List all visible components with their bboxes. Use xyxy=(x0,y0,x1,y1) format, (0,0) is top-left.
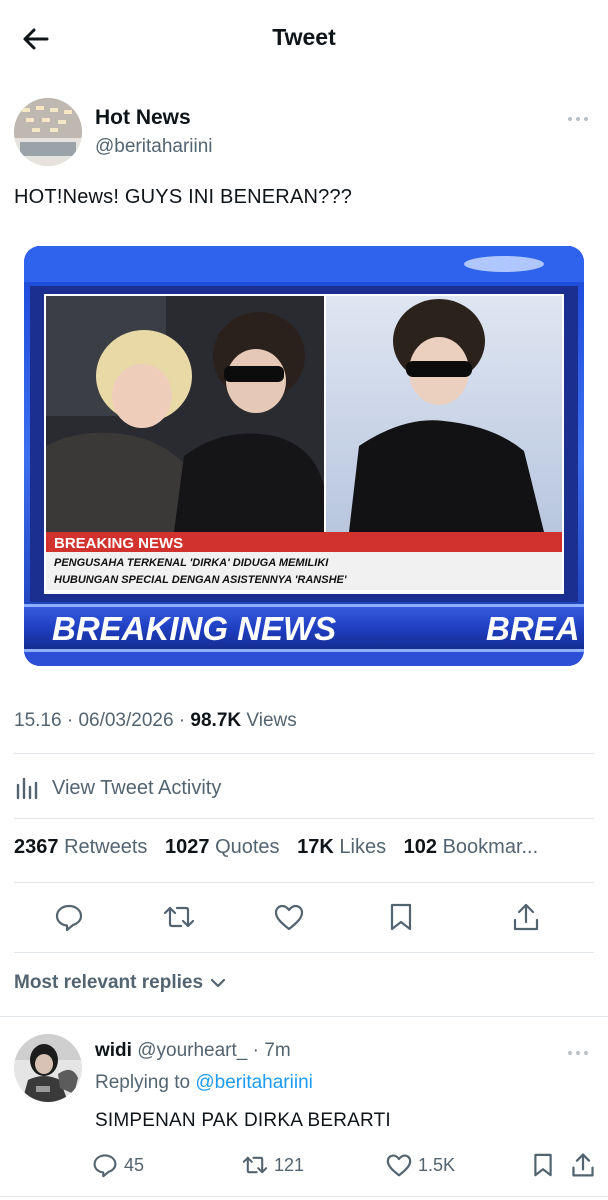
page-title: Tweet xyxy=(272,24,336,50)
like-button[interactable] xyxy=(272,900,306,934)
reply-author-line: widi @yourheart_ · 7m xyxy=(95,1040,291,1061)
reply-icon xyxy=(93,1154,117,1178)
divider xyxy=(0,1196,608,1197)
heart-icon xyxy=(386,1154,412,1177)
tweet-media[interactable]: BREAKING NEWS PENGUSAHA TERKENAL 'DIRKA'… xyxy=(24,246,584,666)
tweet-stats: 2367 Retweets 1027 Quotes 17K Likes 102 … xyxy=(14,836,604,859)
divider xyxy=(14,952,594,953)
view-activity-link[interactable]: View Tweet Activity xyxy=(14,768,221,808)
retweet-icon xyxy=(242,1156,268,1174)
bookmark-button[interactable] xyxy=(384,900,418,934)
views-count: 98.7K xyxy=(190,710,242,731)
author-handle[interactable]: @beritahariini xyxy=(95,136,213,158)
reply-button[interactable] xyxy=(52,900,86,934)
reply-text: SIMPENAN PAK DIRKA BERARTI xyxy=(95,1110,391,1131)
more-icon[interactable] xyxy=(568,112,594,126)
heart-icon xyxy=(274,904,304,931)
divider xyxy=(14,882,594,883)
replies-sort-dropdown[interactable]: Most relevant replies xyxy=(14,972,227,994)
retweets-stat[interactable]: 2367 Retweets xyxy=(14,836,147,858)
reply-reply-button[interactable]: 45 xyxy=(92,1150,144,1180)
avatar[interactable] xyxy=(14,98,82,166)
retweet-button[interactable] xyxy=(162,900,196,934)
bookmarks-count: 102 xyxy=(403,836,438,858)
reply-like-count: 1.5K xyxy=(418,1154,456,1175)
bookmarks-label: Bookmar... xyxy=(442,836,539,858)
quotes-count: 1027 xyxy=(165,836,210,858)
banner-text-repeat: BREA xyxy=(486,610,580,647)
retweets-label: Retweets xyxy=(64,836,148,858)
replies-sort-label: Most relevant replies xyxy=(14,972,204,993)
share-icon xyxy=(513,903,539,931)
reply-icon xyxy=(55,904,83,932)
bookmark-icon xyxy=(390,903,412,931)
ticker-line-1: PENGUSAHA TERKENAL 'DIRKA' DIDUGA MEMILI… xyxy=(54,557,329,569)
replying-to-handle[interactable]: @beritahariini xyxy=(195,1072,313,1093)
reply-item[interactable]: widi @yourheart_ · 7m Replying to @berit… xyxy=(14,1032,594,1192)
tweet-text: HOT!News! GUYS INI BENERAN??? xyxy=(14,186,353,208)
retweets-count: 2367 xyxy=(14,836,59,858)
activity-label: View Tweet Activity xyxy=(52,776,222,799)
retweet-icon xyxy=(163,906,195,928)
reply-author-name[interactable]: widi xyxy=(95,1040,132,1061)
share-icon xyxy=(572,1153,594,1177)
likes-label: Likes xyxy=(339,836,387,858)
more-icon[interactable] xyxy=(568,1046,594,1060)
bookmarks-stat[interactable]: 102 Bookmar... xyxy=(404,836,539,858)
divider xyxy=(14,753,594,754)
tweet-time: 15.16 xyxy=(14,710,62,731)
likes-stat[interactable]: 17K Likes xyxy=(297,836,386,858)
tweet-meta: 15.16 · 06/03/2026 · 98.7K Views xyxy=(14,710,297,731)
reply-avatar[interactable] xyxy=(14,1034,82,1102)
reply-age: 7m xyxy=(264,1040,291,1061)
ticker-heading: BREAKING NEWS xyxy=(54,535,183,552)
reply-retweet-button[interactable]: 121 xyxy=(242,1150,304,1180)
reply-retweet-count: 121 xyxy=(274,1154,305,1175)
author-name[interactable]: Hot News xyxy=(95,106,191,130)
quotes-label: Quotes xyxy=(215,836,280,858)
tweet-header: Hot News @beritahariini xyxy=(14,98,594,168)
reply-like-button[interactable]: 1.5K xyxy=(386,1150,455,1180)
tweet-date: 06/03/2026 xyxy=(78,710,174,731)
reply-author-handle[interactable]: @yourheart_ xyxy=(137,1040,247,1061)
bookmark-icon xyxy=(534,1153,552,1177)
divider xyxy=(14,818,594,819)
tweet-actions xyxy=(14,892,594,942)
replying-to-label: Replying to xyxy=(95,1072,191,1093)
top-bar: Tweet xyxy=(0,0,608,78)
ticker-line-2: HUBUNGAN SPECIAL DENGAN ASISTENNYA 'RANS… xyxy=(54,574,347,586)
likes-count: 17K xyxy=(297,836,334,858)
views-label: Views xyxy=(246,710,297,731)
banner-text: BREAKING NEWS xyxy=(52,610,336,647)
reply-bookmark-button[interactable] xyxy=(532,1150,554,1180)
reply-actions: 45 121 1.5K xyxy=(92,1150,600,1180)
bar-chart-icon xyxy=(16,777,38,800)
quotes-stat[interactable]: 1027 Quotes xyxy=(165,836,280,858)
reply-share-button[interactable] xyxy=(570,1150,596,1180)
divider xyxy=(0,1016,608,1017)
share-button[interactable] xyxy=(509,900,543,934)
replying-to: Replying to @beritahariini xyxy=(95,1072,313,1094)
chevron-down-icon xyxy=(210,978,226,988)
reply-reply-count: 45 xyxy=(124,1154,145,1175)
